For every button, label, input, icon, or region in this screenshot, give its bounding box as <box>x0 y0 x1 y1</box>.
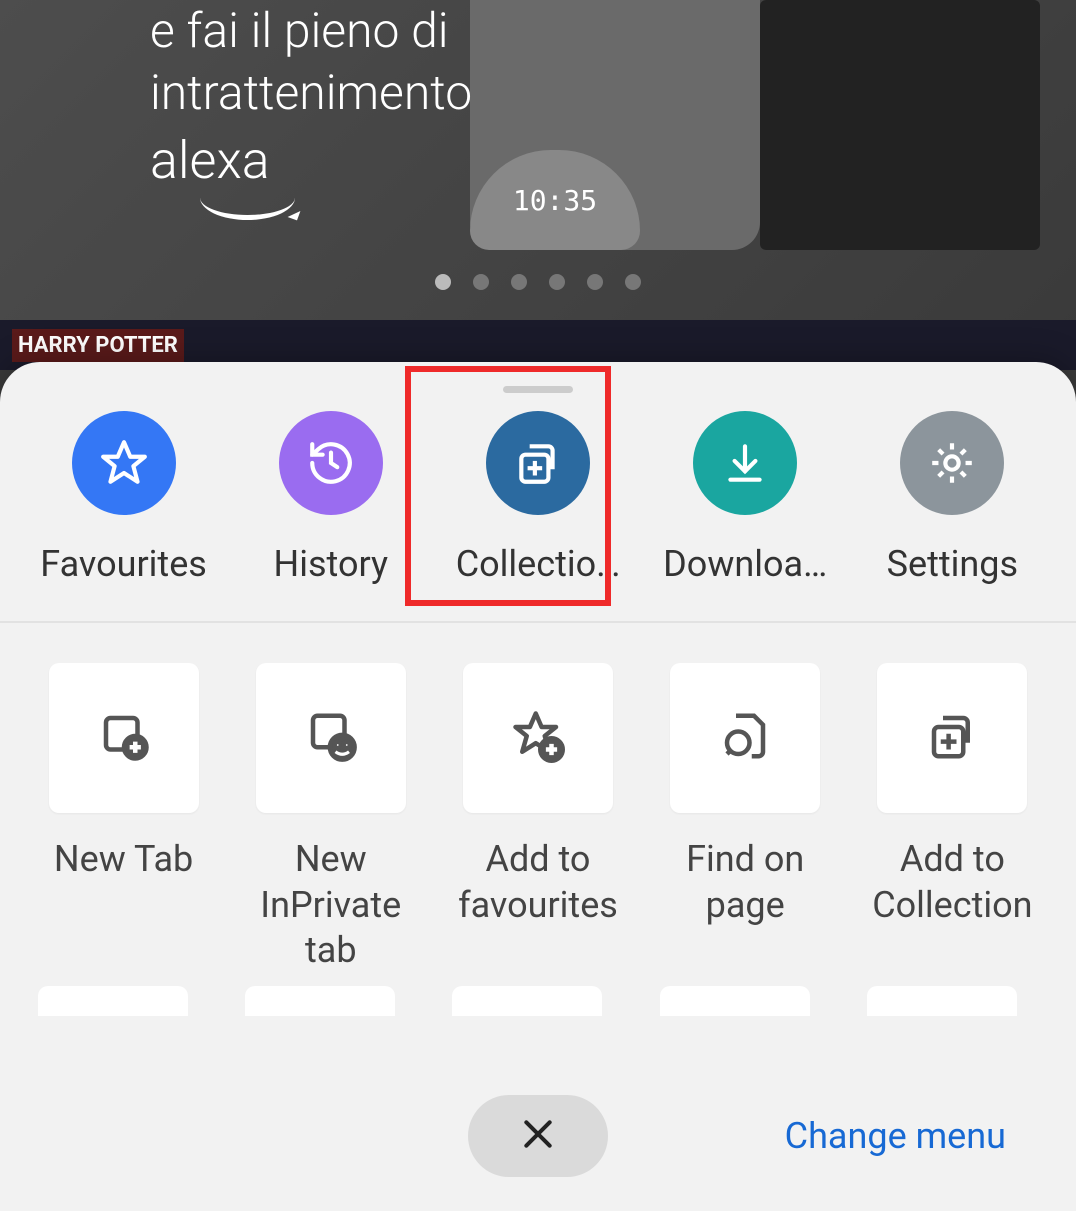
menu-item-collections[interactable]: Collectio… <box>434 411 641 585</box>
amazon-smile-icon <box>200 192 295 220</box>
carousel-dots[interactable] <box>435 274 641 290</box>
sheet-footer: Change menu <box>0 1061 1076 1211</box>
gear-icon <box>900 411 1004 515</box>
menu-item-label: History <box>274 543 389 585</box>
menu-item-label: Collectio… <box>456 543 621 585</box>
background-banner: 10:35 e fai il pieno di intrattenimento … <box>0 0 1076 360</box>
action-tile-peek[interactable] <box>660 986 810 1016</box>
menu-top-row: Favourites History Collectio… Downloa… S <box>0 411 1076 623</box>
star-icon <box>72 411 176 515</box>
action-new-tab[interactable]: New Tab <box>38 663 209 974</box>
action-tile-peek[interactable] <box>245 986 395 1016</box>
alexa-logo-text: alexa <box>150 130 270 191</box>
next-actions-row-peek <box>0 986 1076 1016</box>
star-plus-icon <box>511 709 565 767</box>
browser-menu-sheet: Favourites History Collectio… Downloa… S <box>0 362 1076 1211</box>
menu-item-settings[interactable]: Settings <box>849 411 1056 585</box>
change-menu-link[interactable]: Change menu <box>785 1115 1006 1157</box>
action-new-inprivate-tab[interactable]: New InPrivate tab <box>245 663 416 974</box>
find-page-icon <box>718 709 772 767</box>
action-tile-peek[interactable] <box>867 986 1017 1016</box>
action-tile-peek[interactable] <box>38 986 188 1016</box>
close-button[interactable] <box>468 1095 608 1177</box>
action-add-to-favourites[interactable]: Add to favourites <box>452 663 623 974</box>
banner-headline: e fai il pieno di intrattenimento <box>150 0 472 125</box>
action-label: Add to favourites <box>453 837 623 928</box>
menu-item-downloads[interactable]: Downloa… <box>642 411 849 585</box>
action-find-on-page[interactable]: Find on page <box>660 663 831 974</box>
inprivate-tab-icon <box>304 709 358 767</box>
echo-show-silhouette <box>760 0 1040 250</box>
new-tab-icon <box>97 709 151 767</box>
action-label: New Tab <box>54 837 193 883</box>
collections-icon <box>486 411 590 515</box>
history-icon <box>279 411 383 515</box>
collections-plus-icon <box>925 709 979 767</box>
action-label: Add to Collection <box>867 837 1037 928</box>
menu-item-label: Downloa… <box>663 543 827 585</box>
action-label: New InPrivate tab <box>246 837 416 974</box>
menu-item-history[interactable]: History <box>227 411 434 585</box>
menu-item-label: Favourites <box>40 543 207 585</box>
harry-potter-tile: HARRY POTTER <box>12 329 184 362</box>
menu-item-favourites[interactable]: Favourites <box>20 411 227 585</box>
download-icon <box>693 411 797 515</box>
action-tile-peek[interactable] <box>452 986 602 1016</box>
menu-item-label: Settings <box>887 543 1018 585</box>
sheet-drag-handle[interactable] <box>503 386 573 393</box>
action-label: Find on page <box>660 837 830 928</box>
menu-actions-grid: New Tab New InPrivate tab Add to favouri… <box>0 663 1076 974</box>
action-add-to-collection[interactable]: Add to Collection <box>867 663 1038 974</box>
device-clock: 10:35 <box>513 184 597 217</box>
close-icon <box>518 1114 558 1158</box>
